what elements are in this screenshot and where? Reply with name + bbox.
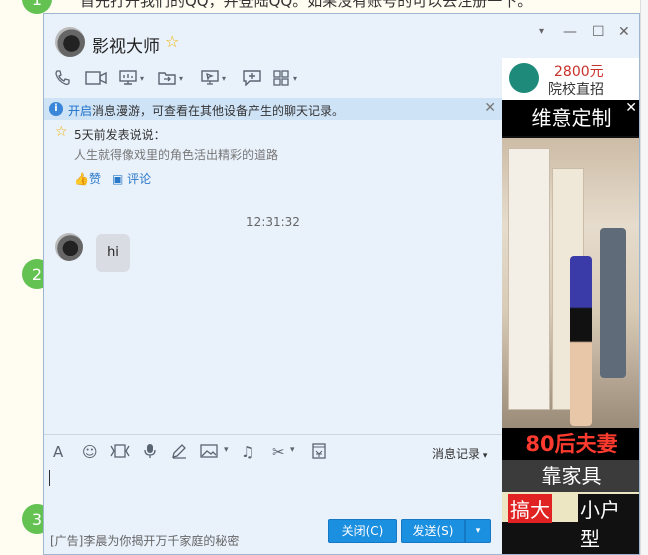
vip-emoji-icon[interactable] <box>110 443 130 463</box>
ad-panel[interactable]: 2800元 院校直招 维意定制 ✕ 80后夫妻 靠家具 搞大 小户型 <box>502 58 639 554</box>
sender-avatar[interactable] <box>55 233 83 261</box>
screen-share-icon[interactable] <box>119 70 137 86</box>
message-history-label: 消息记录 <box>432 447 481 461</box>
phone-icon[interactable] <box>54 70 72 86</box>
ad-photo <box>502 138 639 428</box>
roaming-notice-bar: i 开启消息漫游，可查看在其他设备产生的聊天记录。 ✕ <box>44 98 502 120</box>
menu-dropdown-icon[interactable]: ▾ <box>539 26 544 37</box>
close-window-button[interactable]: ✕ <box>618 24 630 40</box>
info-icon: i <box>49 102 63 116</box>
file-transfer-caret-icon[interactable]: ▾ <box>179 74 183 83</box>
remote-desktop-icon[interactable] <box>201 70 219 86</box>
message-timestamp: 12:31:32 <box>246 215 300 229</box>
title-bar: 影视大师 ☆ ▾ ▾ ▾ ▾ <box>44 14 502 100</box>
ad-line-3a: 搞大 <box>508 494 552 523</box>
roaming-notice-text: 消息漫游，可查看在其他设备产生的聊天记录。 <box>92 104 345 118</box>
emoji-icon[interactable]: ☺ <box>82 443 98 461</box>
vip-star-icon: ☆ <box>165 32 180 51</box>
background-scroll-area <box>640 0 648 555</box>
send-button[interactable]: 发送(S) <box>401 519 465 543</box>
text-input-cursor[interactable] <box>49 470 50 486</box>
mood-star-icon: ☆ <box>55 124 68 140</box>
comment-icon: ▣ <box>112 172 128 186</box>
contact-avatar[interactable] <box>55 27 85 57</box>
chat-history: ☆ 5天前发表说说： 人生就得像戏里的角色活出精彩的道路 👍赞 ▣ 评论 12:… <box>44 120 502 434</box>
screenshot-caret-icon[interactable]: ▾ <box>290 445 295 455</box>
thumbs-up-icon: 👍 <box>74 172 89 186</box>
close-ad-button[interactable]: ✕ <box>625 100 637 116</box>
maximize-button[interactable]: ☐ <box>592 24 605 40</box>
wardrobe-shelf <box>508 148 550 410</box>
image-icon[interactable] <box>200 443 218 463</box>
person-man <box>600 228 626 378</box>
create-discussion-icon[interactable] <box>243 70 261 87</box>
ad-school: 院校直招 <box>548 82 604 98</box>
like-label: 赞 <box>88 172 101 186</box>
comment-button[interactable]: ▣ 评论 <box>112 170 151 187</box>
mood-title: 5天前发表说说： <box>74 128 166 142</box>
send-options-caret-icon[interactable]: ▾ <box>465 519 491 543</box>
input-area: A ☺ ▾ ♫ ✂ ▾ 消息记录 ▾ [广告]李晨为你揭开万千家庭的秘密 关闭(… <box>44 434 502 554</box>
history-caret-icon: ▾ <box>480 451 488 461</box>
ad-line-3: 搞大 小户型 <box>502 492 639 552</box>
step-badge-1: 1 <box>22 0 52 14</box>
instruction-text: 首先打开我们的QQ，并登陆QQ。如果没有账号的可以去注册一下。 <box>80 0 533 10</box>
school-logo <box>509 63 539 93</box>
close-notice-button[interactable]: ✕ <box>484 100 496 116</box>
person-woman <box>570 256 592 426</box>
screenshot-scissors-icon[interactable]: ✂ <box>272 443 285 461</box>
file-transfer-icon[interactable] <box>158 70 176 86</box>
message-bubble: hi <box>96 234 130 272</box>
handwriting-icon[interactable] <box>171 443 187 463</box>
ad-price: 2800元 <box>554 64 604 80</box>
mood-text[interactable]: 人生就得像戏里的角色活出精彩的道路 <box>74 146 278 163</box>
apps-grid-icon[interactable] <box>273 70 291 86</box>
font-icon[interactable]: A <box>53 443 63 461</box>
apps-caret-icon[interactable]: ▾ <box>293 74 297 83</box>
video-call-icon[interactable] <box>85 70 107 86</box>
close-button[interactable]: 关闭(C) <box>328 519 397 543</box>
microphone-icon[interactable] <box>143 443 157 463</box>
minimize-button[interactable]: — <box>563 24 577 40</box>
contact-name[interactable]: 影视大师 <box>92 32 160 57</box>
ad-line-3b: 小户型 <box>578 494 639 552</box>
ad-line-1: 80后夫妻 <box>502 428 639 460</box>
school-ad-banner[interactable]: 2800元 院校直招 <box>502 58 639 100</box>
ad-line-2: 靠家具 <box>502 460 639 492</box>
remote-desktop-caret-icon[interactable]: ▾ <box>222 74 226 83</box>
image-caret-icon[interactable]: ▾ <box>224 445 229 455</box>
ad-headline: 维意定制 <box>502 100 639 136</box>
music-icon[interactable]: ♫ <box>241 443 254 461</box>
chat-window: 影视大师 ☆ ▾ ▾ ▾ ▾ ▾ — ☐ ✕ i 开启消息漫游，可查看在其他设备… <box>43 13 640 555</box>
enable-roaming-link[interactable]: 开启 <box>68 104 92 118</box>
screen-share-caret-icon[interactable]: ▾ <box>140 74 144 83</box>
message-history-button[interactable]: 消息记录 ▾ <box>432 445 487 462</box>
ad-text-link[interactable]: [广告]李晨为你揭开万千家庭的秘密 <box>50 532 239 549</box>
like-button[interactable]: 👍赞 <box>74 170 101 187</box>
comment-label: 评论 <box>127 172 152 186</box>
red-packet-icon[interactable] <box>312 443 326 463</box>
